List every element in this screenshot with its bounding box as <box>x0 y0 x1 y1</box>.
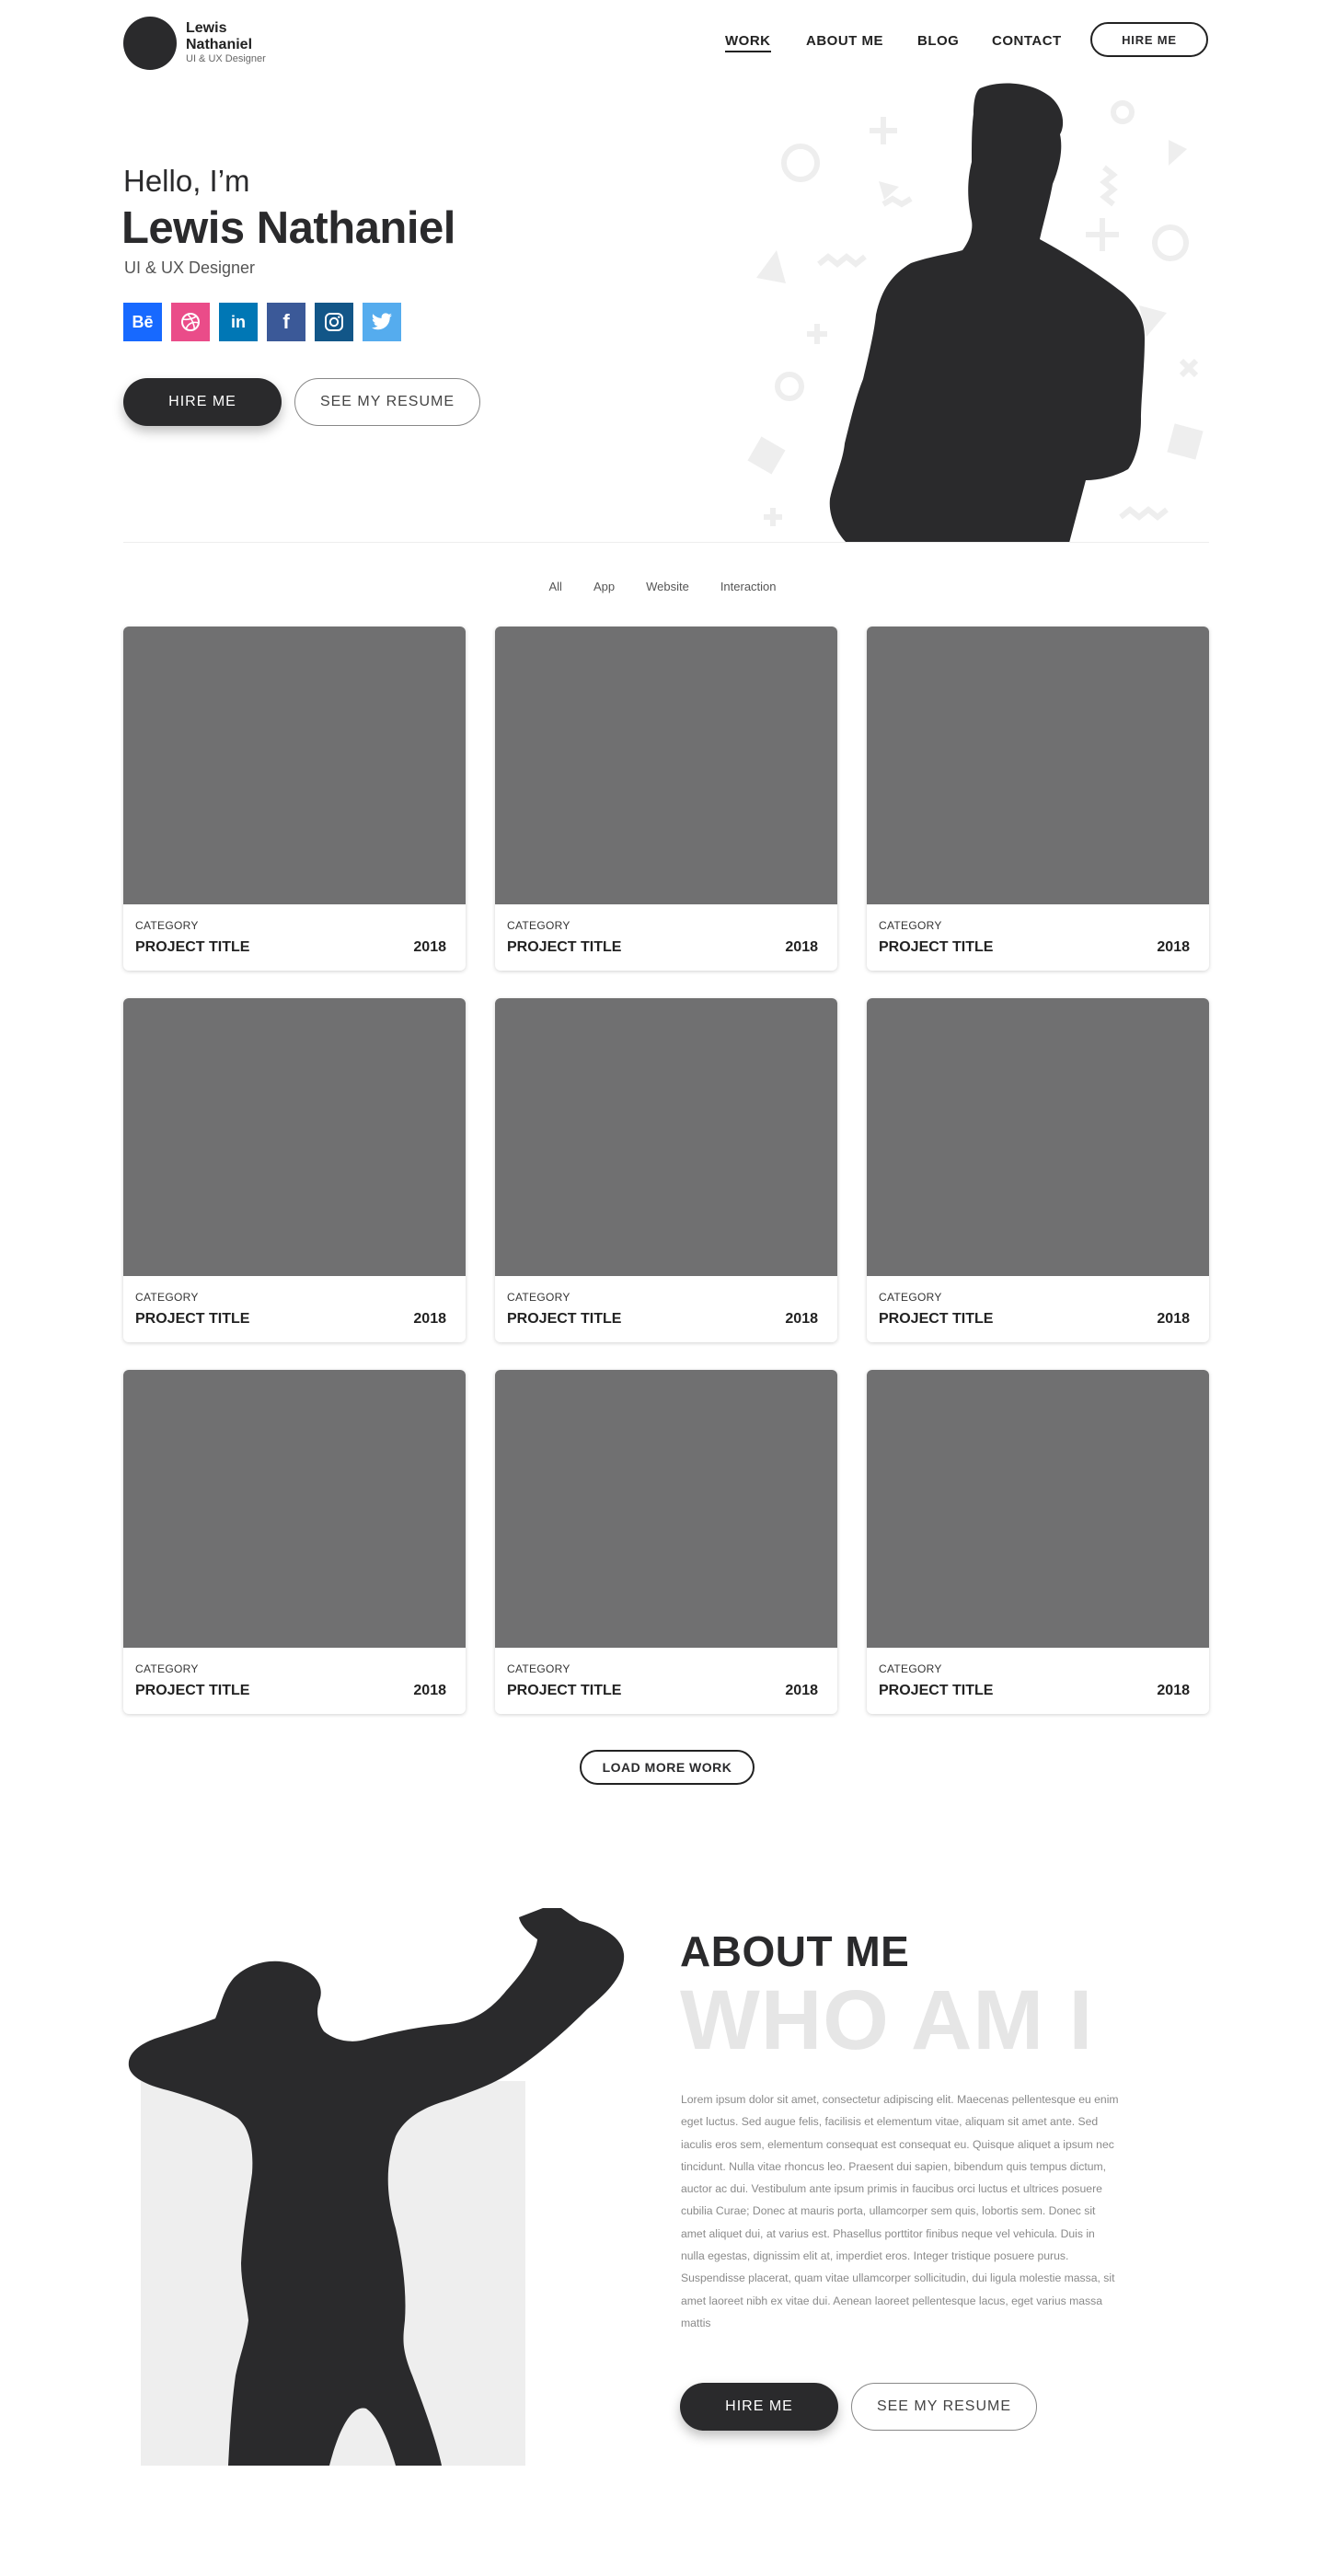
project-year: 2018 <box>1157 1683 1190 1698</box>
logo-role: UI & UX Designer <box>186 53 266 64</box>
project-title[interactable]: PROJECT TITLE <box>879 1311 993 1328</box>
project-title[interactable]: PROJECT TITLE <box>135 1311 249 1328</box>
logo-avatar[interactable] <box>123 17 177 70</box>
project-card[interactable]: CATEGORY PROJECT TITLE 2018 <box>867 627 1209 971</box>
linkedin-icon[interactable]: in <box>219 303 258 341</box>
project-card[interactable]: CATEGORY PROJECT TITLE 2018 <box>867 1370 1209 1714</box>
nav-blog[interactable]: BLOG <box>917 33 959 49</box>
filter-all[interactable]: All <box>548 580 561 593</box>
project-year: 2018 <box>785 1683 818 1698</box>
project-thumbnail[interactable] <box>495 998 837 1276</box>
project-card[interactable]: CATEGORY PROJECT TITLE 2018 <box>123 998 466 1342</box>
project-card[interactable]: CATEGORY PROJECT TITLE 2018 <box>495 1370 837 1714</box>
project-category: CATEGORY <box>507 1291 570 1304</box>
twitter-glyph <box>372 313 392 330</box>
project-thumbnail[interactable] <box>123 627 466 904</box>
project-category: CATEGORY <box>135 1662 199 1675</box>
project-title[interactable]: PROJECT TITLE <box>879 939 993 956</box>
hero-silhouette <box>829 83 1145 543</box>
instagram-glyph <box>325 313 343 331</box>
project-category: CATEGORY <box>135 919 199 932</box>
project-card[interactable]: CATEGORY PROJECT TITLE 2018 <box>123 1370 466 1714</box>
project-title[interactable]: PROJECT TITLE <box>135 939 249 956</box>
hero-divider <box>123 542 1209 543</box>
project-thumbnail[interactable] <box>495 1370 837 1648</box>
project-thumbnail[interactable] <box>495 627 837 904</box>
project-category: CATEGORY <box>507 1662 570 1675</box>
project-year: 2018 <box>785 939 818 955</box>
hero-illustration <box>747 83 1204 543</box>
project-year: 2018 <box>413 1311 446 1327</box>
logo-name[interactable]: Lewis Nathaniel <box>186 20 287 53</box>
dribbble-glyph <box>181 313 200 331</box>
dribbble-icon[interactable] <box>171 303 210 341</box>
work-filters: All App Website Interaction <box>0 580 1325 593</box>
filter-app[interactable]: App <box>593 580 615 593</box>
nav-contact[interactable]: CONTACT <box>992 33 1062 49</box>
about-illustration <box>128 1908 625 2466</box>
project-thumbnail[interactable] <box>867 627 1209 904</box>
project-title[interactable]: PROJECT TITLE <box>507 939 621 956</box>
filter-interaction[interactable]: Interaction <box>720 580 777 593</box>
project-title[interactable]: PROJECT TITLE <box>507 1683 621 1699</box>
project-thumbnail[interactable] <box>867 1370 1209 1648</box>
social-links: Bē in f <box>123 303 401 341</box>
project-category: CATEGORY <box>879 1662 942 1675</box>
facebook-icon[interactable]: f <box>267 303 305 341</box>
twitter-icon[interactable] <box>363 303 401 341</box>
project-card[interactable]: CATEGORY PROJECT TITLE 2018 <box>867 998 1209 1342</box>
about-hire-button[interactable]: HIRE ME <box>680 2383 838 2431</box>
project-year: 2018 <box>1157 1311 1190 1327</box>
hero-hire-button[interactable]: HIRE ME <box>123 378 282 426</box>
hero-name: Lewis Nathaniel <box>121 203 455 253</box>
project-year: 2018 <box>413 939 446 955</box>
project-category: CATEGORY <box>879 1291 942 1304</box>
site-header: Lewis Nathaniel UI & UX Designer WORK AB… <box>0 0 1325 83</box>
project-category: CATEGORY <box>507 919 570 932</box>
instagram-icon[interactable] <box>315 303 353 341</box>
hero-resume-button[interactable]: SEE MY RESUME <box>294 378 480 426</box>
behance-icon[interactable]: Bē <box>123 303 162 341</box>
about-silhouette <box>128 1908 625 2466</box>
header-hire-button[interactable]: HIRE ME <box>1090 22 1208 57</box>
load-more-button[interactable]: LOAD MORE WORK <box>580 1750 755 1785</box>
filter-website[interactable]: Website <box>646 580 689 593</box>
nav-about[interactable]: ABOUT ME <box>806 33 883 49</box>
project-year: 2018 <box>413 1683 446 1698</box>
project-grid: CATEGORY PROJECT TITLE 2018 CATEGORY PRO… <box>123 627 1209 1714</box>
project-category: CATEGORY <box>135 1291 199 1304</box>
nav-work[interactable]: WORK <box>725 33 771 52</box>
hero-greeting: Hello, I’m <box>123 164 250 198</box>
hero-role: UI & UX Designer <box>124 259 256 277</box>
project-thumbnail[interactable] <box>867 998 1209 1276</box>
project-card[interactable]: CATEGORY PROJECT TITLE 2018 <box>495 627 837 971</box>
project-year: 2018 <box>1157 939 1190 955</box>
about-ghost-title: WHO AM I <box>680 1973 1094 2067</box>
project-title[interactable]: PROJECT TITLE <box>507 1311 621 1328</box>
project-category: CATEGORY <box>879 919 942 932</box>
project-thumbnail[interactable] <box>123 1370 466 1648</box>
project-thumbnail[interactable] <box>123 998 466 1276</box>
project-card[interactable]: CATEGORY PROJECT TITLE 2018 <box>495 998 837 1342</box>
project-title[interactable]: PROJECT TITLE <box>879 1683 993 1699</box>
project-card[interactable]: CATEGORY PROJECT TITLE 2018 <box>123 627 466 971</box>
about-resume-button[interactable]: SEE MY RESUME <box>851 2383 1037 2431</box>
project-year: 2018 <box>785 1311 818 1327</box>
project-title[interactable]: PROJECT TITLE <box>135 1683 249 1699</box>
about-heading: ABOUT ME <box>680 1927 910 1975</box>
about-paragraph: Lorem ipsum dolor sit amet, consectetur … <box>681 2093 1119 2329</box>
